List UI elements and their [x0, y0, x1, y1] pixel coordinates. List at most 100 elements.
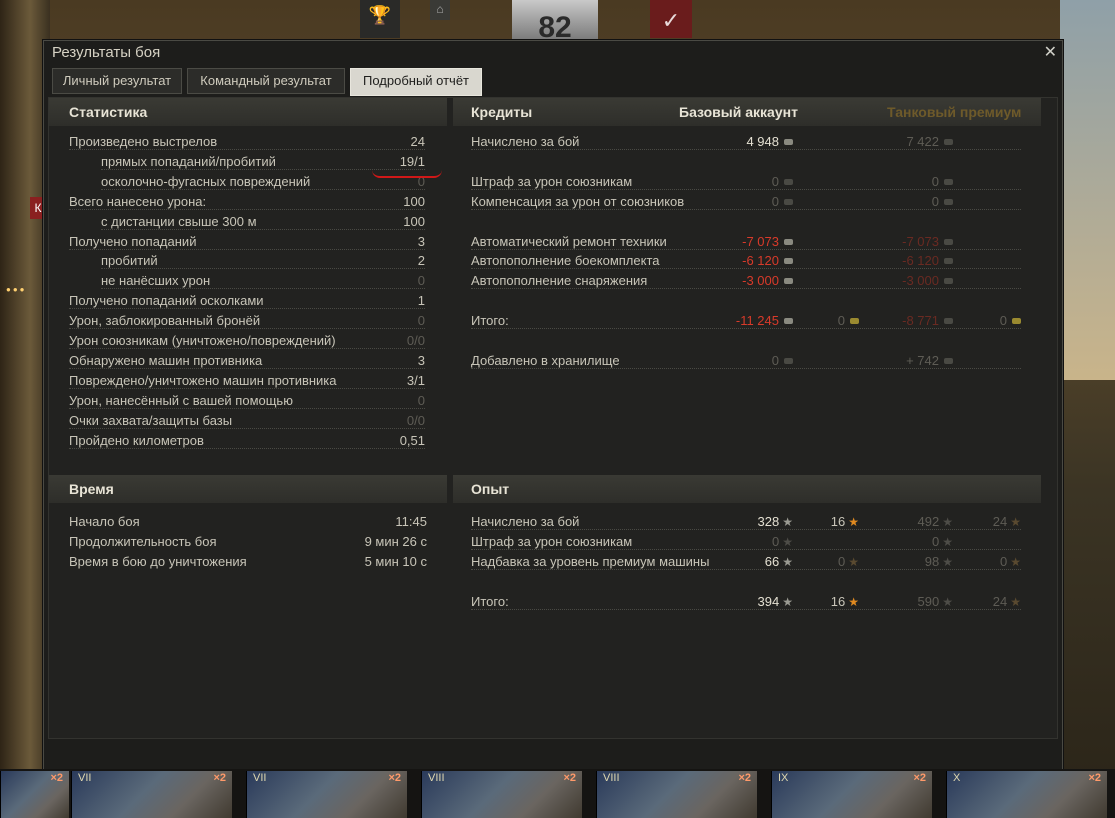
experience-premium-amount: 492	[917, 514, 940, 529]
credits-icon	[784, 258, 793, 265]
experience-star-icon: ★	[782, 595, 793, 609]
window-title: Результаты боя	[52, 44, 161, 61]
credits-base-amount: 0	[771, 173, 779, 189]
statistics-row: с дистанции свыше 300 м 100	[101, 212, 425, 232]
gold-premium-amount: 0	[999, 313, 1007, 329]
time-header: Время	[49, 475, 447, 503]
statistics-row: пробитий 2	[101, 251, 425, 271]
row-divider	[69, 149, 425, 150]
time-value: 5 мин 10 с	[364, 554, 427, 569]
row-divider	[69, 407, 425, 409]
credits-base-amount: -3 000	[742, 273, 779, 289]
experience-star-icon: ★	[782, 515, 793, 529]
statistics-header: Статистика	[49, 98, 447, 126]
row-divider	[69, 367, 425, 369]
time-label: Начало боя	[69, 514, 140, 529]
time-value: 9 мин 26 с	[364, 534, 427, 549]
credits-premium-amount: 7 422	[906, 134, 939, 149]
vehicle-card[interactable]: X ×2	[946, 771, 1107, 818]
experience-star-icon: ★	[782, 555, 793, 569]
credits-row: Автоматический ремонт техники -7 073 -7 07…	[471, 232, 1021, 252]
statistics-row: прямых попаданий/пробитий 19/1	[101, 152, 425, 172]
free-xp-star-icon: ★	[1010, 555, 1021, 569]
vehicle-card[interactable]: IX ×2	[771, 771, 932, 818]
row-divider	[471, 328, 1021, 330]
experience-star-icon: ★	[942, 535, 953, 549]
time-title: Время	[69, 481, 114, 497]
xp-multiplier-badge: ×2	[213, 772, 226, 784]
row-divider	[69, 308, 425, 310]
credits-row: Добавлено в хранилище 0 + 742	[471, 351, 1021, 371]
xp-multiplier-badge: ×2	[738, 772, 751, 784]
row-divider	[471, 288, 1021, 290]
gold-base-amount: 0	[837, 313, 845, 329]
tab-personal-result[interactable]: Личный результат	[52, 68, 182, 94]
experience-premium-amount: 98	[924, 554, 940, 569]
xp-multiplier-badge: ×2	[563, 772, 576, 784]
statistics-title: Статистика	[69, 104, 148, 120]
tab-team-result[interactable]: Командный результат	[187, 68, 345, 94]
credits-base-amount: -11 245	[735, 313, 779, 329]
row-divider	[471, 529, 1021, 530]
credits-icon	[944, 357, 953, 364]
experience-row: Итого: 394 ★ 16 ★ 590 ★ 24 ★	[471, 592, 1021, 612]
credits-base-amount: 0	[771, 193, 779, 209]
background-scenery-right	[1060, 0, 1115, 380]
row-divider	[471, 609, 1021, 610]
gold-icon	[1012, 318, 1021, 325]
xp-multiplier-badge: ×2	[388, 772, 401, 784]
row-divider	[471, 188, 1021, 190]
credits-title: Кредиты	[471, 104, 533, 120]
statistics-row: Получено попаданий осколками 1	[69, 291, 425, 311]
row-divider	[101, 228, 425, 230]
vehicle-card[interactable]: VIII ×2	[596, 771, 757, 818]
time-row: Время в бою до уничтожения 5 мин 10 с	[69, 552, 427, 572]
row-divider	[101, 288, 425, 290]
credits-icon	[784, 139, 793, 145]
vehicle-card[interactable]: VII ×2	[71, 771, 232, 818]
credits-icon	[944, 238, 953, 245]
credits-premium-amount: 0	[931, 173, 939, 189]
vehicle-tier: X	[953, 772, 961, 784]
statistics-row: Урон союзникам (уничтожено/повреждений) 0…	[69, 331, 425, 351]
row-divider	[69, 387, 425, 389]
credits-icon	[784, 357, 793, 364]
vehicle-card[interactable]: VIII ×2	[421, 771, 582, 818]
experience-row: Надбавка за уровень премиум машины 66 ★ 0 ★ 9…	[471, 552, 1021, 572]
experience-star-icon: ★	[782, 535, 793, 549]
statistics-row: Получено попаданий 3	[69, 232, 425, 252]
free-xp-base-amount: 0	[838, 554, 846, 569]
xp-multiplier-badge: ×2	[1088, 772, 1101, 784]
statistics-row: Произведено выстрелов 24	[69, 132, 425, 152]
time-row: Продолжительность боя 9 мин 26 с	[69, 532, 427, 552]
credits-icon	[944, 258, 953, 265]
experience-premium-amount: 0	[932, 534, 940, 549]
credits-premium-amount: 0	[931, 193, 939, 209]
credits-icon	[944, 178, 953, 185]
statistics-row: Пройдено километров 0,51	[69, 431, 425, 451]
time-value: 11:45	[395, 514, 427, 529]
garage-tag-icon[interactable]: ⌂	[430, 0, 450, 20]
credits-row: Штраф за урон союзникам 0 0	[471, 172, 1021, 192]
credits-premium-amount: + 742	[906, 352, 939, 368]
red-underline-annotation	[372, 170, 442, 178]
vehicle-card[interactable]: ×2	[0, 771, 69, 818]
credits-icon	[784, 238, 793, 245]
statistics-row: не нанёсших урон 0	[101, 271, 425, 291]
base-account-column-title: Базовый аккаунт	[679, 104, 798, 120]
credits-icon	[944, 198, 953, 205]
credits-row: Автопополнение боекомплекта -6 120 -6 120	[471, 251, 1021, 271]
vehicle-card[interactable]: VII ×2	[246, 771, 407, 818]
row-divider	[471, 208, 1021, 210]
experience-title: Опыт	[471, 481, 510, 497]
row-divider	[471, 569, 1021, 570]
tab-detailed-report[interactable]: Подробный отчёт	[350, 68, 482, 96]
vehicle-tier: VII	[253, 772, 267, 784]
close-icon[interactable]: ✕	[1044, 42, 1057, 62]
row-divider	[471, 549, 1021, 550]
free-xp-premium-amount: 24	[992, 594, 1008, 609]
row-divider	[69, 248, 425, 250]
checkmark-icon[interactable]: ✓	[650, 0, 692, 38]
trophy-icon[interactable]: 🏆	[360, 0, 400, 38]
credits-icon	[784, 278, 793, 285]
